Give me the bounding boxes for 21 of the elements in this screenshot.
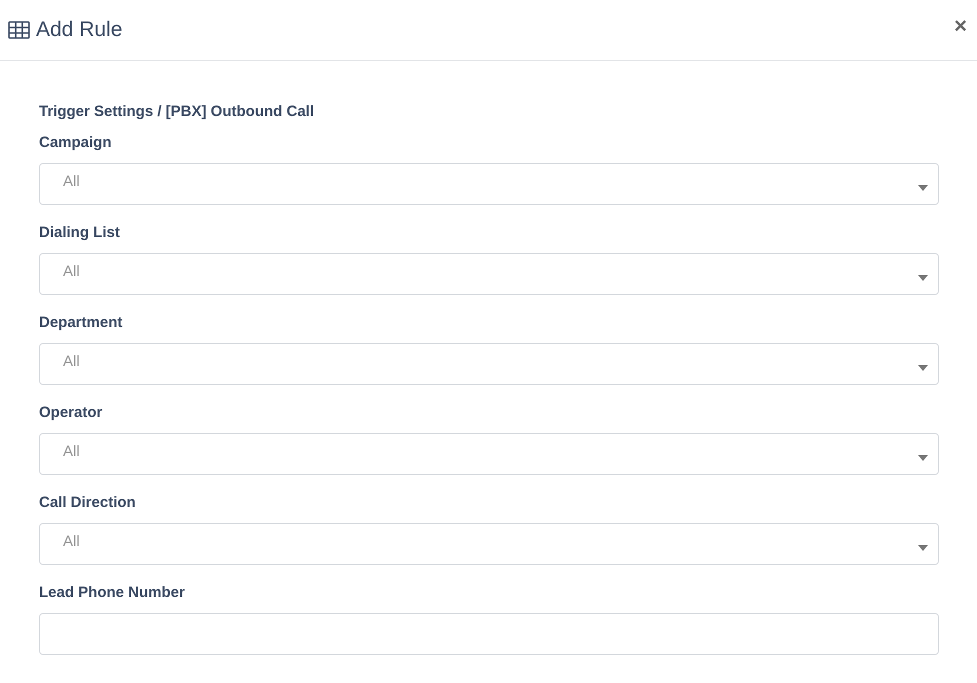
input-field[interactable] xyxy=(39,613,939,655)
select-field[interactable]: All xyxy=(39,163,939,205)
close-button[interactable]: × xyxy=(952,15,969,37)
select-field[interactable]: All xyxy=(39,433,939,475)
field-label: Lead Phone Number xyxy=(39,584,186,601)
dialog-title: Add Rule xyxy=(36,18,122,42)
select-field[interactable]: All xyxy=(39,253,939,295)
breadcrumb: Trigger Settings / [PBX] Outbound Call xyxy=(39,103,316,120)
table-icon xyxy=(8,21,30,39)
field-label: Call Direction xyxy=(39,494,137,511)
select-field[interactable]: All xyxy=(39,523,939,565)
select-field[interactable]: All xyxy=(39,343,939,385)
field-label: Operator xyxy=(39,404,104,421)
field-label: Department xyxy=(39,314,124,331)
caret-icon xyxy=(918,545,928,551)
caret-icon xyxy=(918,365,928,371)
caret-icon xyxy=(918,185,928,191)
field-label: Campaign xyxy=(39,134,113,151)
caret-icon xyxy=(918,275,928,281)
caret-icon xyxy=(918,455,928,461)
field-label: Dialing List xyxy=(39,224,121,241)
